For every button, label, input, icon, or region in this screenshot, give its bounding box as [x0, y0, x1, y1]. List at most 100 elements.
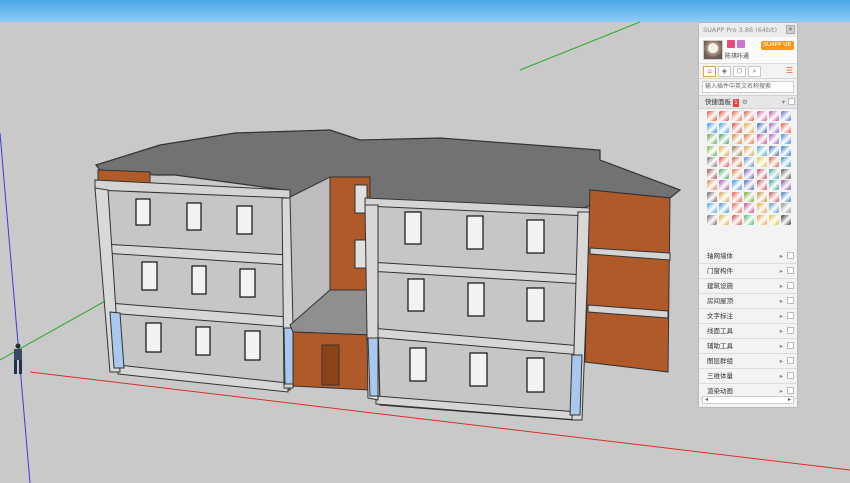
tool-icon[interactable]	[707, 214, 717, 225]
tool-icon[interactable]	[731, 214, 742, 225]
tool-icon[interactable]	[731, 122, 742, 133]
tool-icon[interactable]	[707, 168, 717, 179]
toggle-box[interactable]	[787, 342, 794, 349]
toggle-box[interactable]	[787, 282, 794, 289]
category-item[interactable]: 建筑设施 ▸	[699, 279, 797, 294]
tool-icon[interactable]	[719, 214, 730, 225]
tool-icon[interactable]	[731, 168, 742, 179]
close-icon[interactable]: ×	[786, 25, 795, 34]
tool-icon[interactable]	[781, 180, 792, 190]
tool-icon[interactable]	[719, 180, 730, 190]
tool-icon[interactable]	[744, 134, 755, 144]
tool-icon[interactable]	[756, 168, 767, 179]
tool-icon[interactable]	[731, 134, 742, 144]
toggle-box[interactable]	[787, 252, 794, 259]
search-input[interactable]: 输入插件中英文名称搜索	[702, 81, 794, 93]
toggle-box[interactable]	[787, 267, 794, 274]
tool-icon[interactable]	[768, 168, 779, 179]
tool-icon[interactable]	[756, 157, 767, 167]
tool-icon[interactable]	[707, 191, 717, 202]
category-item[interactable]: 图层群组 ▸	[699, 354, 797, 369]
toggle-box[interactable]	[787, 357, 794, 364]
tool-icon[interactable]	[744, 203, 755, 213]
tab-search[interactable]: ⌕	[748, 65, 761, 77]
vip-button[interactable]: SUAPP UB	[760, 41, 794, 50]
category-item[interactable]: 辅助工具 ▸	[699, 339, 797, 354]
tool-icon[interactable]	[744, 122, 755, 133]
tool-icon[interactable]	[768, 180, 779, 190]
tool-icon[interactable]	[731, 203, 742, 213]
tool-icon[interactable]	[781, 111, 792, 121]
tool-icon[interactable]	[707, 122, 717, 133]
tool-icon[interactable]	[781, 122, 792, 133]
tool-icon[interactable]	[719, 157, 730, 167]
tool-icon[interactable]	[719, 111, 730, 121]
tool-icon[interactable]	[768, 191, 779, 202]
toggle-box[interactable]	[787, 387, 794, 394]
scroll-right-icon[interactable]: ▸	[788, 397, 791, 403]
tool-icon[interactable]	[756, 145, 767, 156]
tool-icon[interactable]	[781, 191, 792, 202]
quick-panel-header[interactable]: 快捷面板 1 ⚙ ▾	[699, 95, 797, 109]
gear-icon[interactable]: ⚙	[742, 98, 748, 106]
tool-icon[interactable]	[768, 157, 779, 167]
tool-icon[interactable]	[781, 214, 792, 225]
tool-icon[interactable]	[744, 214, 755, 225]
tool-icon[interactable]	[744, 191, 755, 202]
tool-icon[interactable]	[756, 214, 767, 225]
category-item[interactable]: 文字标注 ▸	[699, 309, 797, 324]
menu-icon[interactable]: ☰	[786, 67, 794, 75]
tool-icon[interactable]	[756, 122, 767, 133]
tool-icon[interactable]	[719, 122, 730, 133]
tool-icon[interactable]	[781, 203, 792, 213]
toggle-box[interactable]	[787, 327, 794, 334]
horizontal-scrollbar[interactable]: ◂ ▸	[702, 396, 794, 404]
tool-icon[interactable]	[731, 180, 742, 190]
tool-icon[interactable]	[719, 168, 730, 179]
tool-icon[interactable]	[707, 203, 717, 213]
tool-icon[interactable]	[756, 180, 767, 190]
tool-icon[interactable]	[744, 145, 755, 156]
tool-icon[interactable]	[719, 203, 730, 213]
tool-icon[interactable]	[707, 134, 717, 144]
tool-icon[interactable]	[719, 191, 730, 202]
tool-icon[interactable]	[781, 145, 792, 156]
tool-icon[interactable]	[731, 191, 742, 202]
tool-icon[interactable]	[756, 191, 767, 202]
category-item[interactable]: 门窗构件 ▸	[699, 264, 797, 279]
avatar[interactable]	[703, 40, 723, 60]
tab-components[interactable]: ⬡	[733, 65, 746, 77]
tool-icon[interactable]	[781, 157, 792, 167]
tool-icon[interactable]	[768, 145, 779, 156]
tool-icon[interactable]	[768, 134, 779, 144]
toggle-box[interactable]	[788, 98, 795, 105]
toggle-box[interactable]	[787, 312, 794, 319]
tool-icon[interactable]	[768, 111, 779, 121]
category-item[interactable]: 轴网墙体 ▸	[699, 249, 797, 264]
toggle-box[interactable]	[787, 297, 794, 304]
toggle-box[interactable]	[787, 372, 794, 379]
tool-icon[interactable]	[707, 111, 717, 121]
tool-icon[interactable]	[744, 157, 755, 167]
tool-icon[interactable]	[731, 157, 742, 167]
tool-icon[interactable]	[768, 203, 779, 213]
tool-icon[interactable]	[768, 214, 779, 225]
category-item[interactable]: 房间屋顶 ▸	[699, 294, 797, 309]
tool-icon[interactable]	[756, 111, 767, 121]
category-item[interactable]: 线面工具 ▸	[699, 324, 797, 339]
tool-icon[interactable]	[781, 134, 792, 144]
tool-icon[interactable]	[731, 145, 742, 156]
tool-icon[interactable]	[756, 203, 767, 213]
tool-icon[interactable]	[707, 145, 717, 156]
tool-icon[interactable]	[756, 134, 767, 144]
tool-icon[interactable]	[744, 180, 755, 190]
tool-icon[interactable]	[719, 134, 730, 144]
tool-icon[interactable]	[768, 122, 779, 133]
category-item[interactable]: 三维体量 ▸	[699, 369, 797, 384]
scroll-left-icon[interactable]: ◂	[705, 397, 708, 403]
tool-icon[interactable]	[707, 180, 717, 190]
tool-icon[interactable]	[731, 111, 742, 121]
tool-icon[interactable]	[707, 157, 717, 167]
tab-home[interactable]: ⌂	[703, 65, 716, 77]
tool-icon[interactable]	[744, 168, 755, 179]
